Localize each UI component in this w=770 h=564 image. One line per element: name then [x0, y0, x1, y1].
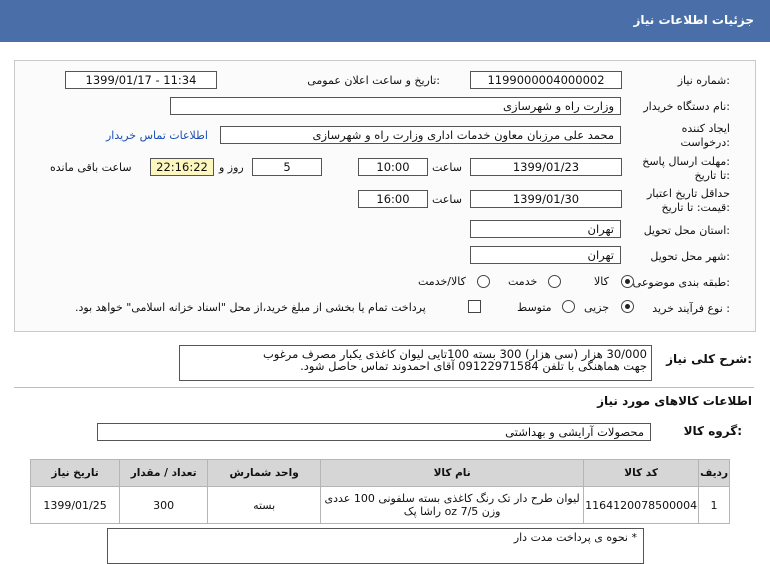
process-option-minor: جزیی	[584, 301, 610, 314]
send-deadline-label-2: تا تاریخ:	[694, 169, 730, 182]
goods-section-title: اطلاعات کالاهای مورد نیاز	[597, 394, 752, 408]
validity-time-field[interactable]: 16:00	[358, 190, 428, 208]
treasury-text: پرداخت تمام یا بخشی از مبلغ خرید،از محل …	[75, 301, 426, 314]
col-qty: تعداد / مقدار	[119, 459, 209, 487]
col-date: تاریخ نیاز	[29, 459, 121, 487]
days-label: روز و	[219, 161, 244, 174]
creator-label-1: ایجاد کننده	[681, 122, 730, 135]
buyer-org-label: نام دستگاه خریدار:	[643, 100, 730, 113]
row-name: لیوان طرح دار تک رنگ کاغذی بسته سلفونی 1…	[320, 486, 585, 524]
goods-group-field[interactable]: محصولات آرایشی و بهداشتی	[97, 423, 651, 441]
buyer-org-field[interactable]: وزارت راه و شهرسازی	[170, 97, 621, 115]
send-date-field[interactable]: 1399/01/23	[470, 158, 622, 176]
col-index: ردیف	[698, 459, 730, 487]
row-code: 1164120078500004	[583, 486, 700, 524]
treasury-checkbox[interactable]	[468, 300, 481, 313]
goods-group-label: گروه کالا:	[683, 424, 742, 438]
goods-table: ردیف کد کالا نام کالا واحد شمارش تعداد /…	[29, 459, 730, 524]
table-row[interactable]: 1 1164120078500004 لیوان طرح دار تک رنگ …	[29, 486, 730, 524]
city-label: شهر محل تحویل:	[650, 250, 730, 263]
process-radio-medium[interactable]	[562, 300, 575, 313]
category-option-goods: کالا	[594, 275, 609, 288]
category-radio-goods-service[interactable]	[477, 275, 490, 288]
validity-time-label: ساعت	[432, 193, 462, 206]
page-title: جزئیات اطلاعات نیاز	[633, 13, 754, 27]
send-deadline-label-1: مهلت ارسال پاسخ:	[642, 155, 730, 168]
creator-field[interactable]: محمد علی مرزبان معاون خدمات اداری وزارت …	[220, 126, 621, 144]
days-field[interactable]: 5	[252, 158, 322, 176]
send-time-label: ساعت	[432, 161, 462, 174]
row-date: 1399/01/25	[29, 486, 121, 524]
category-radio-service[interactable]	[548, 275, 561, 288]
payment-note-box: * نحوه ی پرداخت مدت دار	[107, 528, 644, 564]
buyer-contact-link[interactable]: اطلاعات تماس خریدار	[106, 129, 208, 142]
description-line-2: جهت هماهنگی با تلفن 09122971584 آقای احم…	[300, 359, 647, 373]
validity-label-2: قیمت: تا تاریخ:	[661, 201, 730, 214]
validity-label-1: حداقل تاریخ اعتبار	[646, 187, 730, 200]
row-name-line-2: وزن oz 7/5 راشا پک	[403, 505, 501, 518]
send-time-field[interactable]: 10:00	[358, 158, 428, 176]
category-label: طبقه بندی موضوعی:	[632, 276, 730, 289]
process-label: نوع فرآیند خرید :	[652, 302, 730, 315]
col-unit: واحد شمارش	[207, 459, 322, 487]
announce-label: تاریخ و ساعت اعلان عمومی:	[307, 74, 440, 87]
row-unit: بسته	[207, 486, 322, 524]
category-radio-goods[interactable]	[621, 275, 634, 288]
divider	[14, 387, 754, 388]
province-label: استان محل تحویل:	[643, 224, 730, 237]
announce-field[interactable]: 1399/01/17 - 11:34	[65, 71, 217, 89]
city-field[interactable]: تهران	[470, 246, 621, 264]
page-header: جزئیات اطلاعات نیاز	[0, 0, 770, 42]
category-option-service: خدمت	[508, 275, 538, 288]
creator-label-2: درخواست:	[680, 136, 731, 149]
row-name-line-1: لیوان طرح دار تک رنگ کاغذی بسته سلفونی 1…	[324, 492, 580, 505]
row-index: 1	[698, 486, 730, 524]
process-option-medium: متوسط	[517, 301, 552, 314]
payment-note: * نحوه ی پرداخت مدت دار	[513, 531, 637, 544]
province-field[interactable]: تهران	[470, 220, 621, 238]
col-code: کد کالا	[583, 459, 700, 487]
remaining-time-field: 22:16:22	[150, 158, 214, 176]
description-label: شرح کلی نیاز:	[666, 352, 752, 366]
process-radio-minor[interactable]	[621, 300, 634, 313]
validity-date-field[interactable]: 1399/01/30	[470, 190, 622, 208]
description-box: 30/000 هزار (سی هزار) 300 بسته 100تایی ل…	[179, 345, 652, 381]
col-name: نام کالا	[320, 459, 585, 487]
category-option-goods-service: کالا/خدمت	[418, 275, 466, 288]
remaining-label: ساعت باقی مانده	[50, 161, 132, 174]
need-number-label: شماره نیاز:	[677, 74, 730, 87]
row-qty: 300	[119, 486, 209, 524]
need-number-field[interactable]: 1199000004000002	[470, 71, 622, 89]
